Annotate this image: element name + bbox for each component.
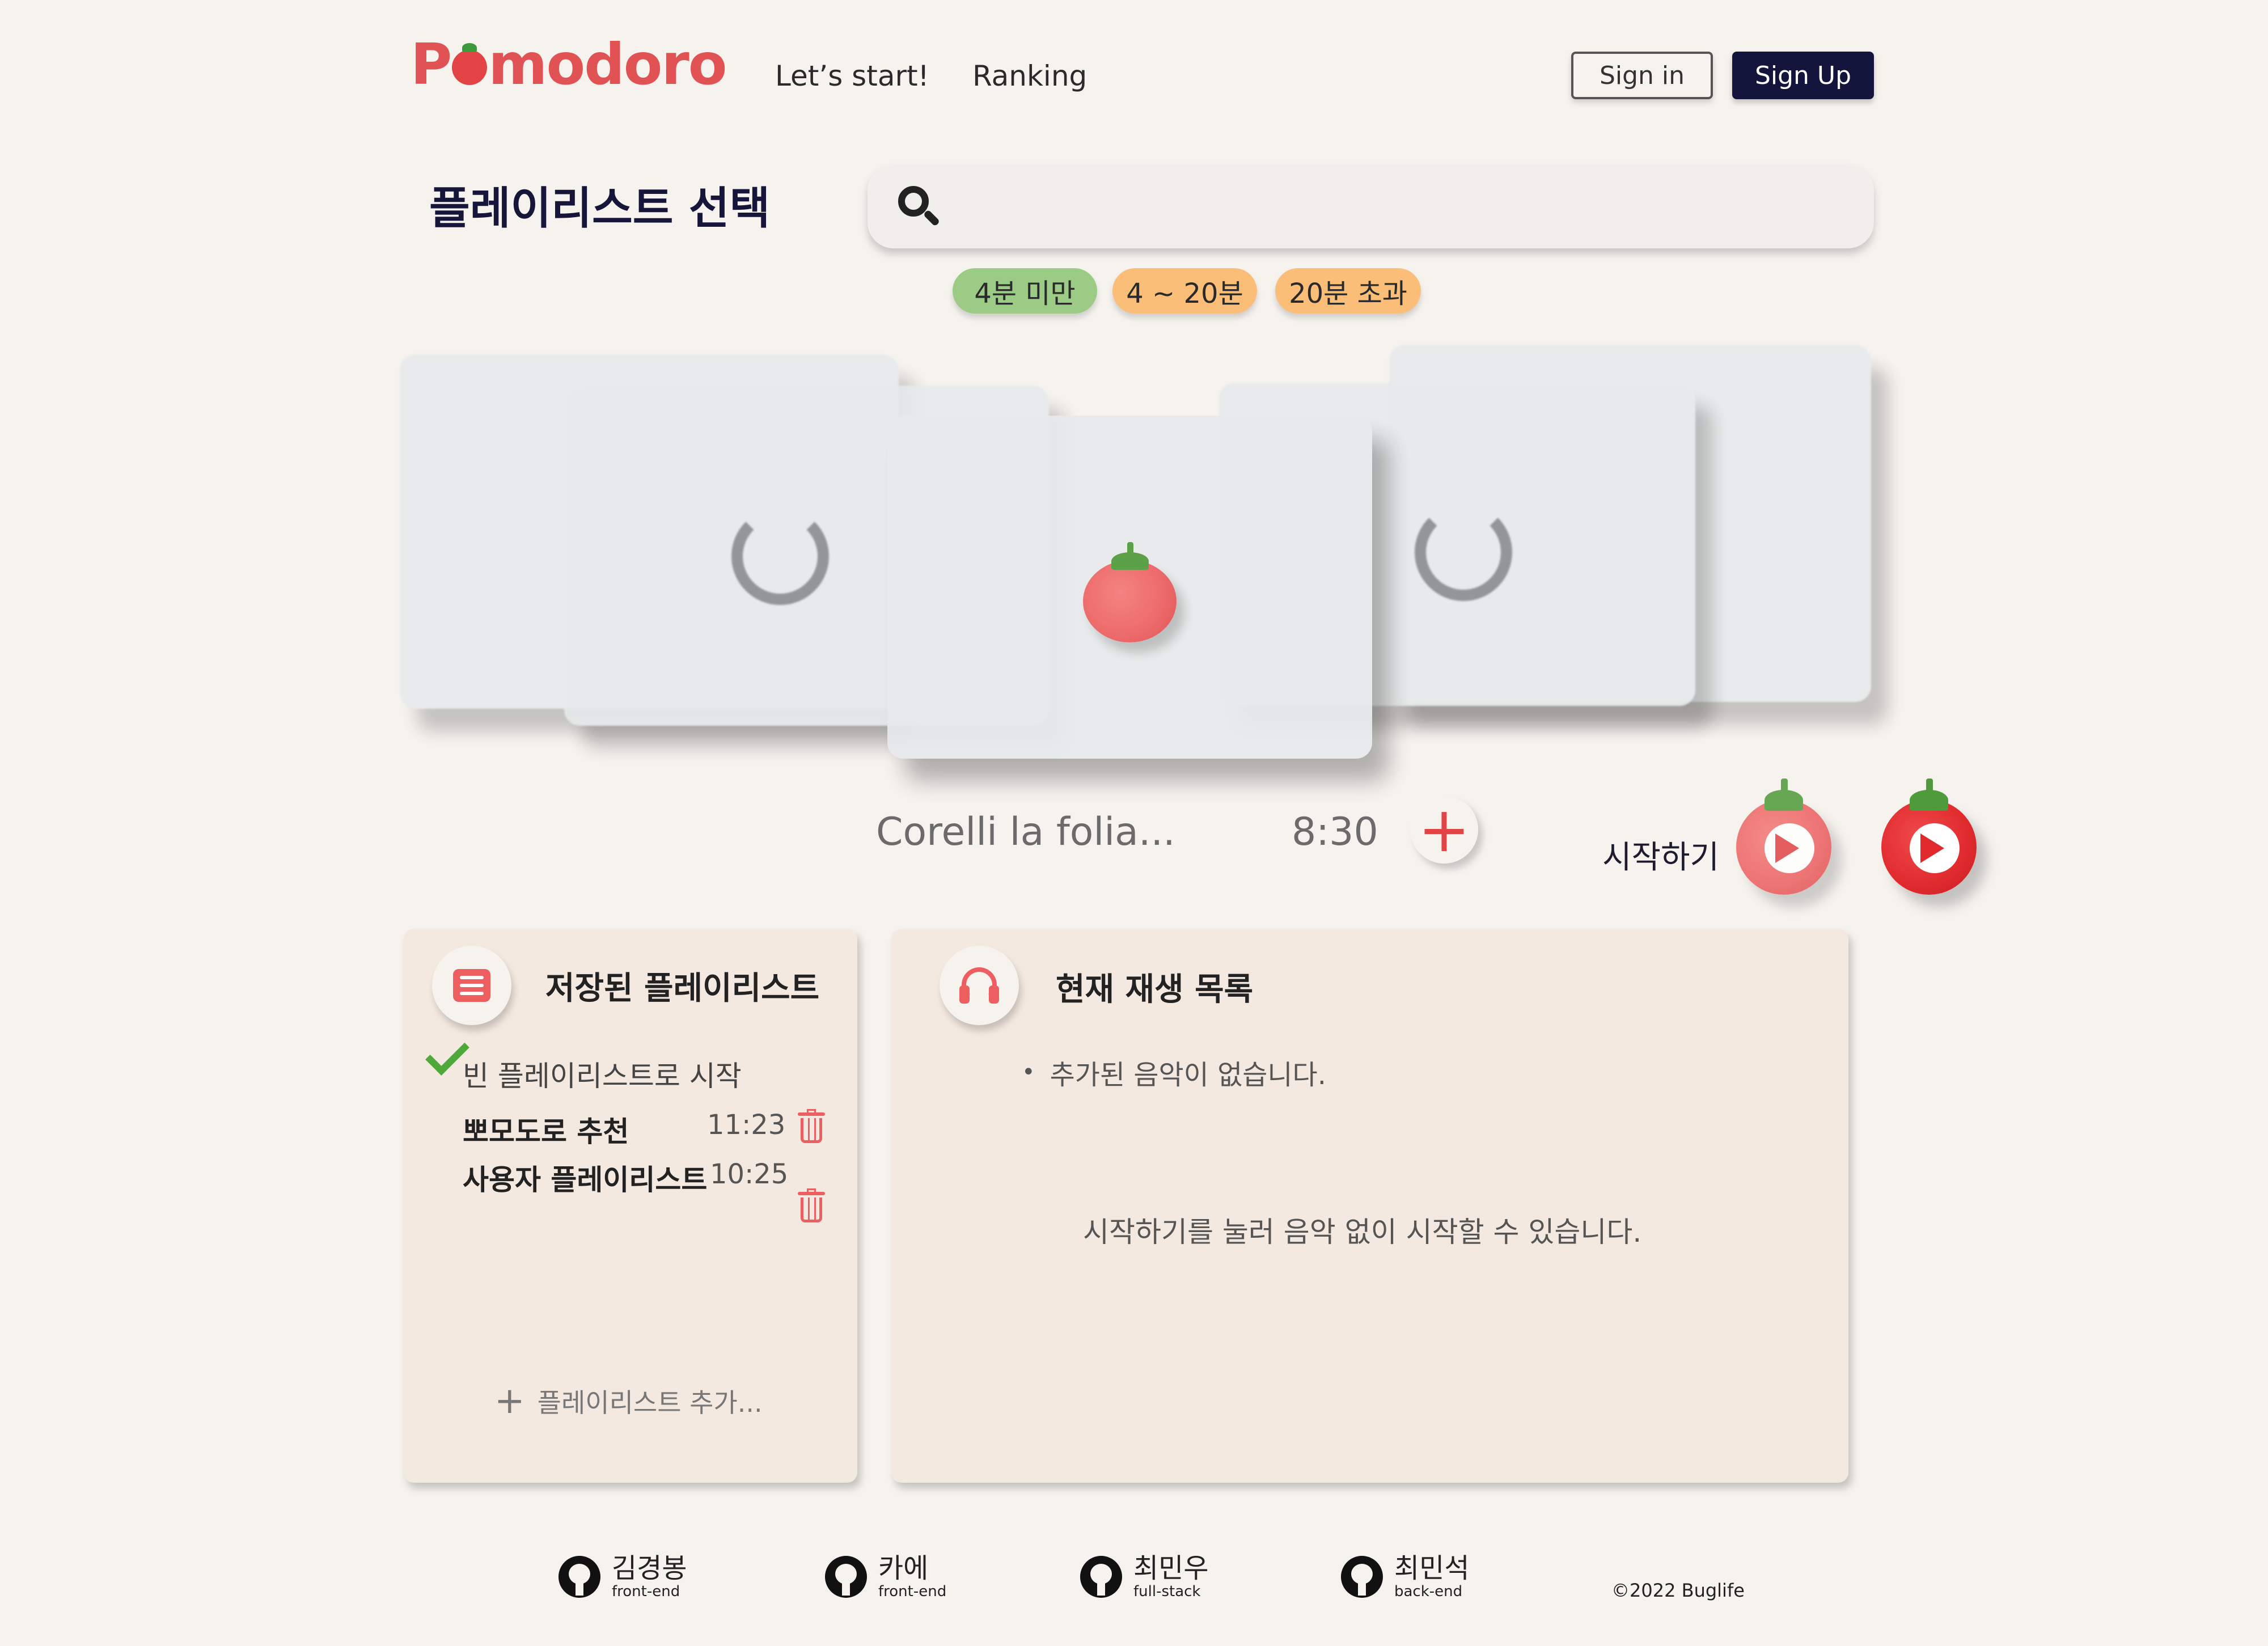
list-icon: [453, 969, 490, 1002]
developer-link[interactable]: 최민우 full-stack: [1080, 1555, 1208, 1599]
saved-playlist-time: 10:25: [710, 1158, 789, 1190]
sign-up-button[interactable]: Sign Up: [1732, 52, 1874, 99]
empty-playlist-option[interactable]: 빈 플레이리스트로 시작: [463, 1053, 742, 1094]
saved-playlists-heading: 저장된 플레이리스트: [545, 970, 820, 1007]
saved-playlists-panel: 저장된 플레이리스트 빈 플레이리스트로 시작 뽀모도로 추천 11:23 사용…: [404, 929, 857, 1483]
add-track-button[interactable]: +: [1410, 796, 1478, 864]
github-icon: [825, 1556, 867, 1598]
sign-in-button[interactable]: Sign in: [1571, 52, 1713, 99]
track-duration: 8:30: [1292, 810, 1378, 854]
bullet: •: [1022, 1059, 1035, 1085]
plus-icon: +: [1417, 793, 1471, 866]
tomato-icon: [452, 43, 488, 85]
developer-name: 김경봉: [612, 1552, 687, 1584]
add-playlist-button[interactable]: + 플레이리스트 추가...: [494, 1382, 763, 1420]
search-input[interactable]: [958, 191, 1874, 222]
saved-playlist-name[interactable]: 뽀모도로 추천: [463, 1109, 629, 1150]
carousel-card-selected[interactable]: [887, 416, 1372, 759]
trash-icon[interactable]: [798, 1188, 825, 1222]
developer-role: full-stack: [1133, 1583, 1201, 1600]
saved-playlist-name[interactable]: 사용자 플레이리스트: [463, 1157, 707, 1198]
developer-role: front-end: [612, 1583, 680, 1600]
now-playing-heading: 현재 재생 목록: [1056, 971, 1254, 1008]
logo[interactable]: Pmodoro: [411, 31, 727, 98]
start-play-button[interactable]: [1881, 778, 1977, 895]
developer-link[interactable]: 최민석 back-end: [1341, 1555, 1469, 1599]
github-icon: [1341, 1556, 1383, 1598]
logo-suffix: modoro: [488, 31, 727, 98]
developer-role: front-end: [878, 1583, 947, 1600]
developer-link[interactable]: 카에 front-end: [825, 1555, 946, 1599]
add-playlist-label: 플레이리스트 추가...: [537, 1387, 763, 1418]
saved-playlists-icon-badge: [432, 946, 511, 1025]
developer-name: 최민우: [1133, 1552, 1209, 1584]
now-playing-panel: 현재 재생 목록 • 추가된 음악이 없습니다. 시작하기를 눌러 음악 없이 …: [891, 929, 1848, 1483]
loading-spinner-icon: [1415, 503, 1512, 601]
saved-playlist-time: 11:23: [707, 1109, 786, 1141]
loading-spinner-icon: [731, 507, 829, 605]
trash-icon[interactable]: [798, 1109, 825, 1143]
filter-4-20min[interactable]: 4 ~ 20분: [1112, 268, 1257, 314]
developer-name: 최민석: [1394, 1552, 1470, 1584]
search-icon[interactable]: [896, 184, 941, 229]
headphones-icon: [959, 967, 999, 1004]
filter-over-20min[interactable]: 20분 초과: [1275, 268, 1421, 314]
tomato-icon: [1083, 542, 1177, 642]
github-icon: [558, 1556, 600, 1598]
start-without-music-hint: 시작하기를 눌러 음악 없이 시작할 수 있습니다.: [1083, 1216, 1642, 1249]
nav-lets-start[interactable]: Let’s start!: [775, 60, 929, 92]
nav-ranking[interactable]: Ranking: [972, 60, 1087, 92]
track-title: Corelli la folia...: [876, 810, 1175, 854]
plus-icon: +: [494, 1380, 525, 1422]
empty-queue-message: 추가된 음악이 없습니다.: [1050, 1059, 1326, 1091]
search-bar[interactable]: [868, 164, 1874, 248]
developer-role: back-end: [1394, 1583, 1463, 1600]
start-play-button-hover[interactable]: [1736, 778, 1831, 895]
now-playing-list: • 추가된 음악이 없습니다.: [1022, 1052, 1326, 1092]
developer-name: 카에: [878, 1552, 929, 1584]
developer-link[interactable]: 김경봉 front-end: [558, 1555, 687, 1599]
github-icon: [1080, 1556, 1122, 1598]
page-title: 플레이리스트 선택: [429, 183, 771, 234]
filter-under-4min[interactable]: 4분 미만: [953, 268, 1097, 314]
logo-prefix: P: [411, 31, 452, 98]
start-label: 시작하기: [1602, 839, 1720, 876]
copyright: ©2022 Buglife: [1611, 1580, 1745, 1601]
now-playing-icon-badge: [940, 946, 1019, 1025]
